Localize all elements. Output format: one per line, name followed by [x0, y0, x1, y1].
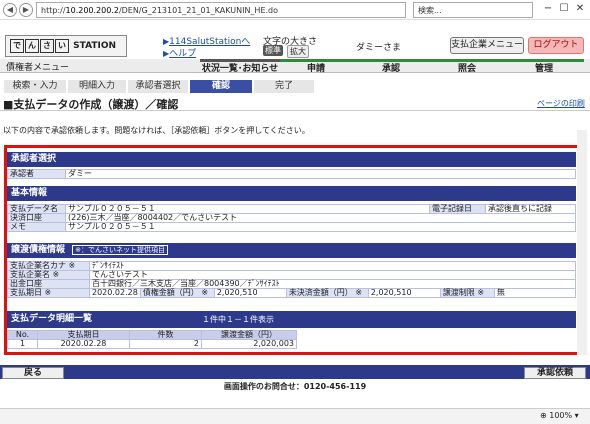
basic-label: メモ — [7, 222, 66, 232]
densai-mark: ※ — [355, 288, 363, 297]
contact-info: 画面操作のお問合せ：0120-456-119 — [223, 382, 367, 391]
restrict-label: 譲渡制限 ※ — [439, 288, 495, 298]
zoom-icon: ⊕ — [540, 411, 547, 420]
minimize-icon[interactable]: − — [540, 2, 556, 16]
col-count: 件数 — [129, 330, 202, 340]
font-standard-button[interactable]: 標準 — [263, 45, 283, 56]
zoom-value: 100% — [549, 411, 573, 420]
basic-value: サンプル０２０５－５１ — [65, 222, 576, 232]
transfer-header-label: 譲渡債権情報 — [11, 245, 66, 255]
amount-label-text: 債権金額（円） — [142, 288, 199, 297]
approver-section-header: 承認者選択 — [7, 152, 576, 167]
detail-header-label: 支払データ明細一覧 — [11, 314, 93, 324]
approver-table: 承認者 ダミー — [7, 169, 576, 179]
browser-statusbar — [0, 408, 590, 424]
densai-mark: ※ — [44, 288, 52, 297]
back-button[interactable]: 戻る — [2, 367, 64, 379]
densai-mark: ※ — [68, 261, 76, 270]
unsettled-value: 2,020,510 — [367, 288, 441, 298]
menu-apply[interactable]: 申請 — [280, 59, 352, 74]
amount-label: 債権金額（円） ※ — [139, 288, 215, 298]
logo-char: ん — [25, 39, 39, 53]
chevron-down-icon: ▾ — [574, 411, 579, 420]
help-link-wrap: ▶ヘルプ — [163, 46, 196, 59]
unsettled-label-text: 未決済金額（円） — [288, 288, 353, 297]
due-value: 2020.02.28 — [89, 288, 141, 298]
detail-table: No. 支払期日 件数 譲渡金額（円） 1 2020.02.28 2 2,020,003 — [7, 330, 297, 349]
address-bar[interactable]: http://10.200.200.2/DEN/G_213101_21_01_K… — [36, 2, 406, 18]
font-large-button[interactable]: 拡大 — [287, 45, 309, 58]
record-date-value: 承認後直ちに記録 — [485, 204, 576, 214]
logo-char: で — [10, 39, 24, 53]
step-approver-select: 承認者選択 — [128, 80, 188, 93]
creditor-menu-label: 債権者メニュー — [6, 63, 70, 73]
step-confirm: 確認 — [190, 80, 252, 93]
densai-mark: ※ — [52, 270, 60, 279]
corp-menu-button[interactable]: 支払企業メニュー — [450, 37, 524, 54]
close-icon[interactable]: ✕ — [572, 2, 588, 16]
restrict-value: 無 — [493, 288, 577, 298]
request-approval-button[interactable]: 承認依頼 — [524, 367, 586, 379]
detail-section-header: 支払データ明細一覧 １件中１－１件表示 — [7, 311, 576, 328]
step-search-input: 検索・入力 — [4, 80, 66, 93]
kana-value: ﾃﾞﾝｻｲﾃｽﾄ — [89, 261, 576, 271]
kana-label-text: 支払企業名カナ — [10, 261, 66, 270]
amount-value: 2,020,510 — [213, 288, 287, 298]
logo-text: STATION — [73, 41, 117, 51]
user-name: ダミーさま — [356, 43, 402, 53]
zoom-level[interactable]: ⊕ 100% ▾ — [540, 411, 579, 420]
menu-inquiry[interactable]: 照会 — [430, 59, 504, 74]
browser-search-input[interactable]: 検索... — [413, 2, 533, 18]
help-link[interactable]: ヘルプ — [169, 49, 196, 59]
densai-mark: ※ — [477, 288, 485, 297]
content-panel: 承認者選択 承認者 ダミー 基本情報 支払データ名 サンプル０２０５－５１ 電子記録日… — [7, 148, 584, 352]
step-complete: 完了 — [254, 80, 314, 93]
approver-label: 承認者 — [7, 169, 66, 179]
url-host: 10.200.200.2 — [65, 6, 119, 15]
due-label-text: 支払期日 — [10, 288, 42, 297]
approver-value: ダミー — [65, 169, 576, 179]
url-path: /DEN/G_213101_21_01_KAKUNIN_HE.do — [118, 6, 279, 15]
logo-char: さ — [40, 39, 54, 53]
divider — [0, 110, 590, 111]
forward-nav-icon[interactable]: ▶ — [19, 3, 33, 17]
transfer-section-header: 譲渡債権情報 ※：でんさいネット提供項目 — [7, 243, 576, 258]
detail-count: １件中１－１件表示 — [202, 315, 274, 324]
densai-station-logo[interactable]: でんさい STATION — [5, 35, 127, 57]
transfer-info-table: 支払企業名カナ ※ ﾃﾞﾝｻｲﾃｽﾄ 支払企業名 ※ でんさいテスト 出金口座 百十四… — [7, 261, 577, 298]
logout-button[interactable]: ログアウト — [528, 37, 584, 54]
maximize-icon[interactable]: ☐ — [556, 2, 572, 16]
back-nav-icon[interactable]: ◀ — [3, 3, 17, 17]
menu-status-list[interactable]: 状況一覧･お知らせ — [200, 59, 280, 74]
basic-info-table: 支払データ名 サンプル０２０５－５１ 電子記録日 承認後直ちに記録 決済口座 (226)… — [7, 204, 576, 232]
table-row: 1 2020.02.28 2 2,020,003 — [7, 339, 297, 349]
densai-mark: ※ — [201, 288, 209, 297]
cell-count: 2 — [129, 339, 202, 349]
logo-char: い — [55, 39, 69, 53]
densai-provided-tag: ※：でんさいネット提供項目 — [72, 245, 169, 255]
restrict-label-text: 譲渡制限 — [442, 288, 475, 297]
print-page-link[interactable]: ページの印刷 — [537, 98, 585, 109]
page-scrollbar[interactable] — [577, 130, 587, 355]
record-date-label: 電子記録日 — [429, 204, 486, 214]
url-prefix: http:// — [41, 6, 66, 15]
menu-admin[interactable]: 管理 — [504, 59, 584, 74]
basic-section-header: 基本情報 — [7, 186, 576, 201]
cell-no: 1 — [7, 339, 38, 349]
highlight-frame: 承認者選択 承認者 ダミー 基本情報 支払データ名 サンプル０２０５－５１ 電子記録日… — [4, 145, 587, 355]
step-detail-input: 明細入力 — [68, 80, 126, 93]
cell-due-date: 2020.02.28 — [37, 339, 130, 349]
menu-approve[interactable]: 承認 — [352, 59, 430, 74]
action-bar — [0, 365, 590, 379]
name-label-text: 支払企業名 — [10, 270, 50, 279]
cell-amount: 2,020,003 — [201, 339, 297, 349]
instruction-text: 以下の内容で承認依頼します。問題なければ、［承認依頼］ボタンを押してください。 — [3, 126, 310, 135]
due-label: 支払期日 ※ — [7, 288, 90, 298]
unsettled-label: 未決済金額（円） ※ — [285, 288, 369, 298]
